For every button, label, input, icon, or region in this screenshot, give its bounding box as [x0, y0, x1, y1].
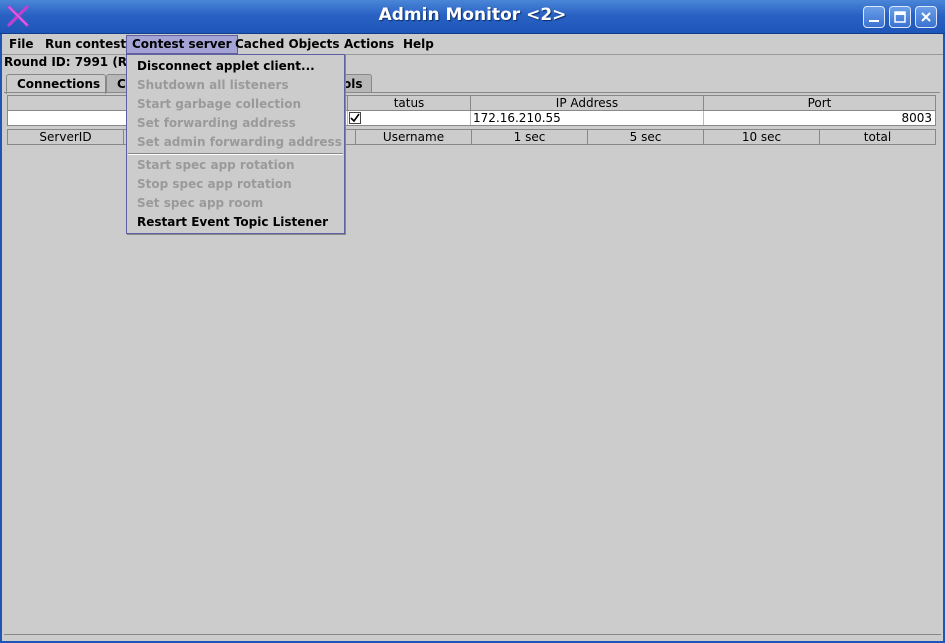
- header-1-sec[interactable]: 1 sec: [472, 130, 588, 144]
- menu-item-restart-event-topic-listener[interactable]: Restart Event Topic Listener: [137, 213, 328, 232]
- menu-run-contest[interactable]: Run contest: [40, 35, 131, 54]
- menu-item-stop-spec-app-rotation[interactable]: Stop spec app rotation: [137, 175, 292, 194]
- header-10-sec[interactable]: 10 sec: [704, 130, 820, 144]
- menu-cached-objects[interactable]: Cached Objects: [230, 35, 345, 54]
- menu-actions[interactable]: Actions: [339, 35, 399, 54]
- menu-item-set-spec-app-room[interactable]: Set spec app room: [137, 194, 263, 213]
- menu-item-set-forwarding-address[interactable]: Set forwarding address: [137, 114, 296, 133]
- menu-bar: File Run contest Contest server Cached O…: [2, 34, 943, 55]
- close-icon: [921, 12, 931, 22]
- menu-file[interactable]: File: [4, 35, 39, 54]
- header-server-id[interactable]: ServerID: [8, 130, 124, 144]
- header-username[interactable]: Username: [356, 130, 472, 144]
- cell-ip-address: 172.16.210.55: [471, 111, 704, 125]
- contest-server-menu: Disconnect applet client... Shutdown all…: [126, 54, 345, 234]
- header-port[interactable]: Port: [704, 96, 935, 110]
- cell-status: [348, 111, 471, 125]
- header-5-sec[interactable]: 5 sec: [588, 130, 704, 144]
- minimize-button[interactable]: [863, 6, 885, 28]
- menu-item-shutdown-all-listeners[interactable]: Shutdown all listeners: [137, 76, 289, 95]
- menu-contest-server[interactable]: Contest server: [126, 35, 238, 54]
- cell-port: 8003: [901, 111, 932, 125]
- checkmark-icon: [350, 113, 360, 123]
- maximize-button[interactable]: [889, 6, 911, 28]
- header-ip-address[interactable]: IP Address: [471, 96, 704, 110]
- minimize-icon: [869, 20, 879, 22]
- window-title: Admin Monitor <2>: [378, 5, 567, 25]
- menu-item-set-admin-forwarding-address[interactable]: Set admin forwarding address: [137, 133, 342, 152]
- maximize-icon: [894, 11, 906, 23]
- status-checkbox[interactable]: [349, 112, 361, 124]
- header-total[interactable]: total: [820, 130, 935, 144]
- close-button[interactable]: [915, 6, 937, 28]
- panel-bottom-border: [4, 634, 941, 635]
- menu-item-start-spec-app-rotation[interactable]: Start spec app rotation: [137, 156, 295, 175]
- title-bar[interactable]: Admin Monitor <2>: [0, 0, 945, 34]
- round-id-label: Round ID: 7991 (Ry: [4, 55, 135, 69]
- header-status[interactable]: tatus: [348, 96, 471, 110]
- menu-item-start-garbage-collection[interactable]: Start garbage collection: [137, 95, 301, 114]
- tab-connections[interactable]: Connections: [6, 74, 106, 94]
- menu-item-disconnect-applet-client[interactable]: Disconnect applet client...: [137, 57, 315, 76]
- menu-separator: [128, 153, 343, 155]
- menu-help[interactable]: Help: [398, 35, 439, 54]
